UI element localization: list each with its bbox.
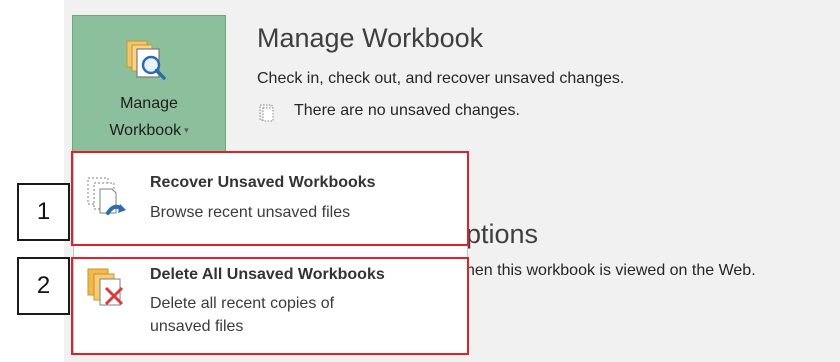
manage-workbook-label-line1: Manage [120, 95, 178, 112]
manage-workbook-button[interactable]: Manage Workbook ▾ [72, 15, 226, 155]
manage-workbook-label-line2: Workbook ▾ [73, 119, 225, 142]
callout-2: 2 [17, 257, 70, 315]
options-section-title: ptions [466, 219, 539, 249]
highlight-delete-item [71, 257, 469, 355]
unsaved-file-icon [259, 104, 274, 122]
unsaved-status-text: There are no unsaved changes. [294, 102, 520, 119]
section-description: Check in, check out, and recover unsaved… [257, 70, 625, 87]
section-title: Manage Workbook [257, 23, 484, 53]
chevron-down-icon: ▾ [184, 125, 189, 135]
highlight-recover-item [71, 151, 469, 246]
options-section-description: hen this workbook is viewed on the Web. [466, 262, 756, 279]
manage-workbook-label-text: Workbook [109, 122, 182, 139]
callout-1: 1 [17, 183, 70, 241]
manage-workbook-icon [126, 40, 166, 80]
